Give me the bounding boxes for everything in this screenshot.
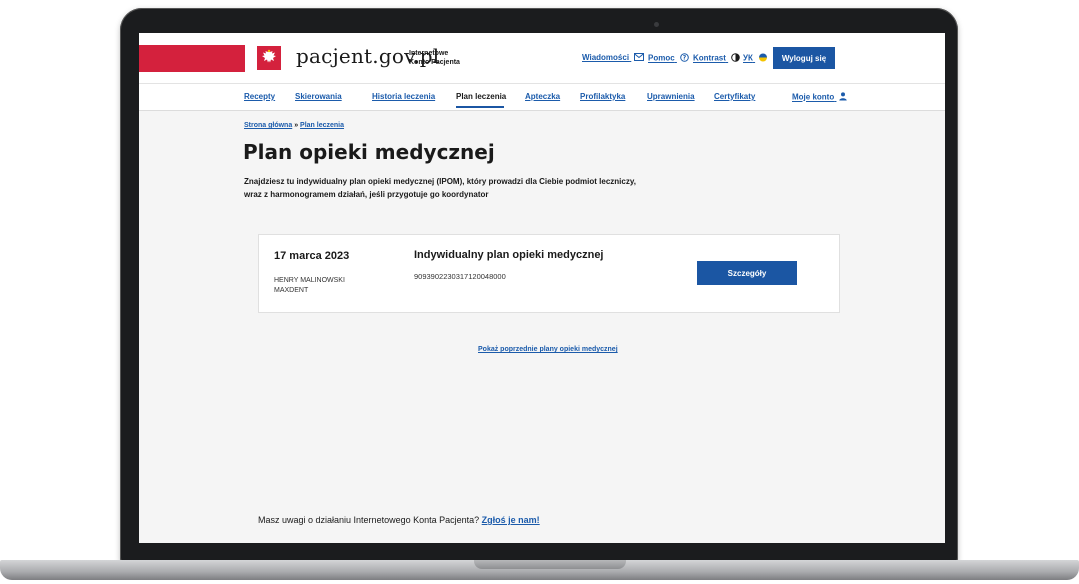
show-previous-plans-link[interactable]: Pokaż poprzednie plany opieki medycznej: [478, 346, 618, 353]
page-title: Plan opieki medycznej: [243, 140, 495, 164]
messages-label: Wiadomości: [582, 53, 630, 63]
nav-item-recepty[interactable]: Recepty: [244, 92, 275, 101]
site-subtitle: Internetowe Konto Pacjenta: [409, 49, 460, 67]
svg-text:?: ?: [683, 55, 687, 62]
language-label: УК: [743, 53, 753, 63]
feedback-text: Masz uwagi o działaniu Internetowego Kon…: [258, 515, 480, 525]
language-link[interactable]: УК: [743, 53, 768, 64]
logout-button[interactable]: Wyloguj się: [773, 47, 835, 69]
contrast-link[interactable]: Kontrast: [693, 53, 740, 64]
nav-item-profilaktyka[interactable]: Profilaktyka: [580, 92, 625, 101]
care-plan-card: 17 marca 2023 HENRY MALINOWSKI MAXDENT I…: [258, 234, 840, 313]
webcam: [654, 22, 659, 27]
details-button[interactable]: Szczegóły: [697, 261, 797, 285]
my-account-link[interactable]: Moje konto: [792, 92, 848, 103]
breadcrumb: Strona główna » Plan leczenia: [244, 122, 344, 129]
site-subtitle-line-1: Internetowe: [409, 50, 449, 57]
breadcrumb-home-link[interactable]: Strona główna: [244, 122, 292, 129]
user-icon: [839, 92, 848, 103]
nav-item-certyfikaty[interactable]: Certyfikaty: [714, 92, 755, 101]
feedback-note: Masz uwagi o działaniu Internetowego Kon…: [258, 515, 540, 525]
breadcrumb-separator: »: [294, 122, 299, 129]
plan-id: 9093902230317120048000: [414, 272, 506, 281]
my-account-label: Moje konto: [792, 92, 835, 102]
page-intro: Znajdziesz tu indywidualny plan opieki m…: [244, 175, 714, 201]
facility-name: MAXDENT: [274, 287, 309, 294]
main-navigation: Recepty Skierowania Historia leczenia Pl…: [139, 84, 945, 111]
plan-date: 17 marca 2023: [274, 250, 350, 262]
help-circle-icon: ?: [680, 53, 689, 64]
page-intro-line-2: wraz z harmonogramem działań, jeśli przy…: [244, 190, 489, 199]
nav-item-historia-leczenia[interactable]: Historia leczenia: [372, 92, 435, 101]
site-header: pacjent.gov.pl Internetowe Konto Pacjent…: [139, 33, 945, 84]
polish-eagle-emblem-icon: [257, 46, 281, 70]
contrast-label: Kontrast: [693, 53, 726, 63]
nav-item-plan-leczenia[interactable]: Plan leczenia: [456, 92, 506, 101]
ukraine-flag-icon: [758, 53, 768, 64]
nav-item-skierowania[interactable]: Skierowania: [295, 92, 342, 101]
contrast-icon: [731, 53, 740, 64]
active-tab-indicator: [456, 106, 504, 108]
plan-title: Indywidualny plan opieki medycznej: [414, 249, 604, 261]
messages-link[interactable]: Wiadomości: [582, 53, 645, 63]
brand-red-bar: [139, 45, 245, 72]
feedback-report-link[interactable]: Zgłoś je nam!: [482, 515, 540, 525]
laptop-base-notch: [474, 560, 626, 569]
help-label: Pomoc: [648, 53, 675, 63]
page-intro-line-1: Znajdziesz tu indywidualny plan opieki m…: [244, 177, 636, 186]
plan-author: HENRY MALINOWSKI MAXDENT: [274, 276, 345, 296]
envelope-icon: [634, 53, 645, 63]
nav-item-uprawnienia[interactable]: Uprawnienia: [647, 92, 695, 101]
nav-item-apteczka[interactable]: Apteczka: [525, 92, 560, 101]
browser-viewport: pacjent.gov.pl Internetowe Konto Pacjent…: [139, 33, 945, 543]
breadcrumb-current-link[interactable]: Plan leczenia: [300, 122, 344, 129]
help-link[interactable]: Pomoc ?: [648, 53, 689, 64]
doctor-name: HENRY MALINOWSKI: [274, 277, 345, 284]
site-subtitle-line-2: Konto Pacjenta: [409, 59, 460, 66]
